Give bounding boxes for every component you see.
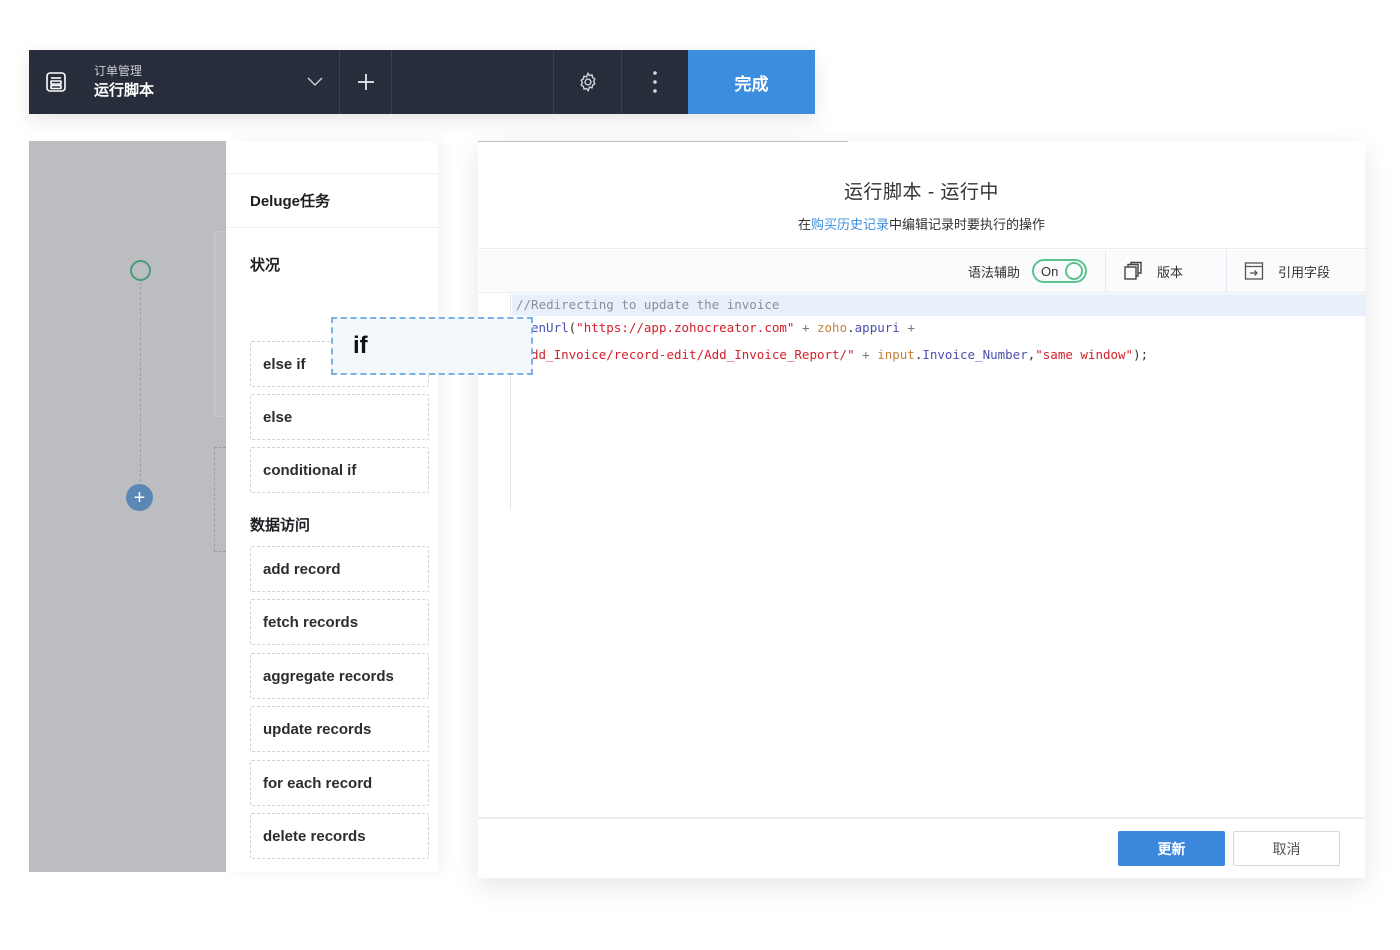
reference-fields-label: 引用字段 [1277, 264, 1330, 280]
circle-node-icon[interactable] [130, 260, 151, 281]
update-button[interactable]: 更新 [1118, 831, 1225, 866]
task-label: fetch records [263, 613, 359, 631]
canvas-drop-zone [214, 447, 226, 552]
task-label: add record [263, 560, 341, 578]
task-update-records[interactable]: update records [250, 706, 429, 752]
section-status: 状况 [250, 257, 281, 274]
plus-icon [357, 74, 374, 90]
dialog-header: 运行脚本 - 运行中 在购买历史记录中编辑记录时要执行的操作 [478, 141, 1365, 249]
dialog-footer: 更新 取消 [478, 817, 1365, 878]
page-title: 运行脚本 [94, 81, 155, 99]
dragging-task-if[interactable]: if [331, 317, 533, 375]
toggle-state: On [1040, 263, 1059, 279]
task-label: if [353, 332, 368, 359]
task-else[interactable]: else [250, 394, 429, 440]
syntax-assist: 语法辅助 On [968, 250, 1105, 292]
more-options-button[interactable] [622, 50, 688, 114]
section-deluge-tasks: Deluge任务 [226, 174, 438, 228]
task-fetch-records[interactable]: fetch records [250, 599, 429, 645]
panel-header-strip [226, 141, 438, 174]
form-title-group[interactable]: 订单管理 运行脚本 [79, 50, 291, 114]
task-for-each-record[interactable]: for each record [250, 760, 429, 806]
reference-fields-button[interactable]: 引用字段 [1227, 250, 1365, 292]
editor-toolbar: 语法辅助 On 版本 引用字段 [478, 250, 1365, 293]
done-button[interactable]: 完成 [688, 50, 815, 114]
more-vertical-icon [653, 71, 657, 93]
task-conditional-if[interactable]: conditional if [250, 447, 429, 493]
dialog-description: 在购买历史记录中编辑记录时要执行的操作 [797, 217, 1046, 232]
task-aggregate-records[interactable]: aggregate records [250, 653, 429, 699]
task-label: delete records [263, 827, 366, 845]
script-editor-dialog: 运行脚本 - 运行中 在购买历史记录中编辑记录时要执行的操作 语法辅助 On 版… [478, 141, 1365, 878]
task-label: for each record [263, 774, 373, 792]
form-link[interactable]: 购买历史记录 [811, 217, 889, 232]
code-line: //Redirecting to update the invoice [512, 294, 1365, 316]
top-bar: 订单管理 运行脚本 完成 [29, 50, 815, 114]
task-delete-records[interactable]: delete records [250, 813, 429, 859]
breadcrumb-parent: 订单管理 [94, 63, 143, 78]
dialog-title: 运行脚本 - 运行中 [844, 182, 999, 203]
toggle-knob [1064, 262, 1083, 280]
add-button[interactable] [340, 50, 391, 114]
copy-stack-icon [1124, 261, 1142, 280]
chevron-down-icon[interactable] [291, 50, 339, 114]
flow-connector [140, 282, 141, 482]
task-label: else if [263, 355, 306, 373]
gear-icon [579, 71, 596, 93]
task-label: aggregate records [263, 667, 394, 685]
version-label: 版本 [1156, 264, 1183, 280]
code-line: dd_Invoice/record-edit/Add_Invoice_Repor… [531, 347, 1149, 362]
task-label: else [263, 408, 293, 426]
settings-button[interactable] [554, 50, 621, 114]
plus-circle-icon[interactable]: + [126, 484, 153, 511]
insert-field-icon [1244, 262, 1264, 280]
section-data-access: 数据访问 [250, 517, 311, 534]
code-editor[interactable]: //Redirecting to update the invoice enUr… [478, 294, 1365, 817]
task-label: update records [263, 720, 372, 738]
workflow-canvas[interactable]: + [29, 141, 226, 872]
version-button[interactable]: 版本 [1106, 250, 1226, 292]
task-panel: Deluge任务 状况 else if else conditional if … [226, 141, 438, 872]
syntax-assist-label: 语法辅助 [967, 264, 1020, 280]
task-label: conditional if [263, 461, 357, 479]
cancel-button[interactable]: 取消 [1233, 831, 1340, 866]
canvas-card [214, 231, 226, 417]
add-node-glyph: + [133, 486, 146, 509]
task-add-record[interactable]: add record [250, 546, 429, 592]
form-icon[interactable] [29, 50, 79, 114]
syntax-assist-toggle[interactable]: On [1031, 259, 1087, 283]
code-line: enUrl("https://app.zohocreator.com" + zo… [531, 320, 915, 335]
